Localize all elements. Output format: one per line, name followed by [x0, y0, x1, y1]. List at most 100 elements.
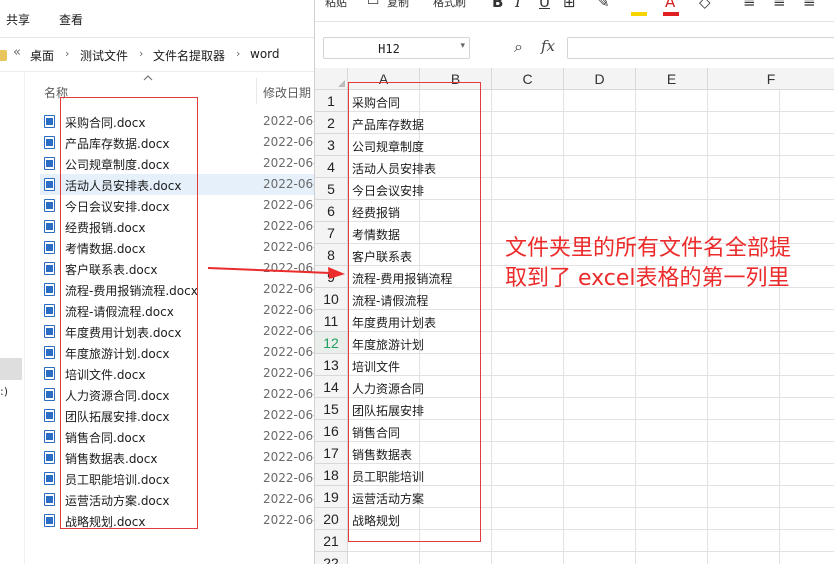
breadcrumb-separator-icon: ›	[65, 47, 70, 60]
zoom-icon[interactable]: ⌕	[514, 37, 523, 57]
row-header[interactable]: 4	[315, 156, 348, 178]
word-doc-icon	[44, 304, 55, 317]
align-right-icon[interactable]: ≡	[803, 0, 816, 11]
column-header-f[interactable]: F	[708, 68, 834, 90]
bold-button[interactable]: B	[492, 0, 503, 11]
nav-selected-item[interactable]	[0, 358, 22, 380]
word-doc-icon	[44, 409, 55, 422]
word-doc-icon	[44, 430, 55, 443]
word-doc-icon	[44, 220, 55, 233]
nav-item-fragment[interactable]: :)	[0, 385, 8, 398]
row-header[interactable]: 5	[315, 178, 348, 200]
highlight-box-filenames	[60, 97, 198, 529]
row-header[interactable]: 8	[315, 244, 348, 266]
name-box[interactable]: H12 ▾	[323, 37, 470, 59]
ribbon-tab-share[interactable]: 共享	[6, 11, 30, 28]
row-header[interactable]: 3	[315, 134, 348, 156]
word-doc-icon	[44, 472, 55, 485]
row-header[interactable]: 17	[315, 442, 348, 464]
breadcrumb-test-files[interactable]: 测试文件	[80, 47, 128, 64]
word-doc-icon	[44, 451, 55, 464]
row-header[interactable]: 14	[315, 376, 348, 398]
annotation-line-2: 取到了 excel表格的第一列里	[505, 266, 790, 291]
name-box-value: H12	[378, 42, 400, 56]
row-header[interactable]: 19	[315, 486, 348, 508]
word-doc-icon	[44, 157, 55, 170]
file-modified-date: 2022-06-	[263, 450, 314, 464]
highlight-color-bar[interactable]	[631, 12, 647, 16]
row-header[interactable]: 15	[315, 398, 348, 420]
file-modified-date: 2022-06-	[263, 114, 314, 128]
row-header[interactable]: 13	[315, 354, 348, 376]
navigation-pane[interactable]	[0, 72, 24, 564]
row-header[interactable]: 9	[315, 266, 348, 288]
word-doc-icon	[44, 178, 55, 191]
annotation-line-1: 文件夹里的所有文件名全部提	[505, 236, 792, 261]
row-header[interactable]: 2	[315, 112, 348, 134]
align-center-icon[interactable]: ≡	[773, 0, 786, 11]
word-doc-icon	[44, 136, 55, 149]
row-header[interactable]: 6	[315, 200, 348, 222]
row-header[interactable]: 21	[315, 530, 348, 552]
copy-button[interactable]: 复制	[387, 0, 409, 10]
row-header[interactable]: 22	[315, 552, 348, 564]
column-header-d[interactable]: D	[564, 68, 636, 90]
file-modified-date: 2022-06-	[263, 198, 314, 212]
underline-button[interactable]: U	[539, 0, 550, 11]
file-modified-date: 2022-06-	[263, 156, 314, 170]
ribbon-tab-view[interactable]: 查看	[59, 11, 83, 28]
row-header[interactable]: 12	[315, 332, 348, 354]
word-doc-icon	[44, 199, 55, 212]
breadcrumb-separator-icon: ›	[236, 47, 241, 60]
format-painter-button[interactable]: 格式刷	[433, 0, 466, 10]
word-doc-icon	[44, 346, 55, 359]
row-header[interactable]: 1	[315, 90, 348, 112]
row-header[interactable]: 7	[315, 222, 348, 244]
word-doc-icon	[44, 262, 55, 275]
paste-button[interactable]: 粘贴	[325, 0, 347, 10]
column-header-e[interactable]: E	[636, 68, 708, 90]
breadcrumb-extractor[interactable]: 文件名提取器	[153, 47, 225, 64]
row-header[interactable]: 20	[315, 508, 348, 530]
word-doc-icon	[44, 325, 55, 338]
file-modified-date: 2022-06-	[263, 324, 314, 338]
ribbon-toolbar: 粘贴 ▭ 复制 格式刷 B I U ⊞ ✎ A ◇ ≡ ≡ ≡	[315, 0, 834, 22]
formula-row: H12 ▾ ⌕ fx	[315, 22, 834, 72]
file-modified-date: 2022-06-	[263, 219, 314, 233]
select-all-corner[interactable]	[315, 68, 348, 90]
file-modified-date: 2022-06-	[263, 429, 314, 443]
fx-icon[interactable]: fx	[541, 37, 555, 55]
column-divider[interactable]	[256, 78, 257, 104]
file-modified-date: 2022-06-	[263, 366, 314, 380]
sort-ascending-icon	[143, 75, 153, 81]
clear-format-icon[interactable]: ◇	[699, 0, 711, 11]
address-bar[interactable]: « 桌面 › 测试文件 › 文件名提取器 › word	[0, 38, 314, 72]
explorer-ribbon: 共享 查看	[0, 0, 314, 38]
word-doc-icon	[44, 115, 55, 128]
overflow-chevron-icon[interactable]: «	[13, 45, 21, 60]
row-header[interactable]: 16	[315, 420, 348, 442]
word-doc-icon	[44, 367, 55, 380]
breadcrumb-desktop[interactable]: 桌面	[30, 47, 54, 64]
word-doc-icon	[44, 388, 55, 401]
font-color-icon[interactable]: A	[665, 0, 675, 11]
file-modified-date: 2022-06-	[263, 471, 314, 485]
file-modified-date: 2022-06-	[263, 303, 314, 317]
border-icon[interactable]: ⊞	[563, 0, 576, 11]
column-header-c[interactable]: C	[492, 68, 564, 90]
row-header[interactable]: 18	[315, 464, 348, 486]
file-modified-date: 2022-06-	[263, 261, 314, 275]
row-header[interactable]: 11	[315, 310, 348, 332]
font-color-bar	[663, 12, 679, 16]
folder-icon	[0, 50, 7, 61]
formula-input[interactable]	[567, 37, 834, 59]
breadcrumb-word[interactable]: word	[250, 47, 280, 61]
file-modified-date: 2022-06-	[263, 492, 314, 506]
chevron-down-icon[interactable]: ▾	[460, 41, 465, 51]
fill-color-icon[interactable]: ✎	[597, 0, 610, 11]
italic-button[interactable]: I	[515, 0, 521, 11]
file-modified-date: 2022-06-	[263, 513, 314, 527]
align-left-icon[interactable]: ≡	[743, 0, 756, 11]
column-header-modified[interactable]: 修改日期	[263, 84, 311, 101]
row-header[interactable]: 10	[315, 288, 348, 310]
